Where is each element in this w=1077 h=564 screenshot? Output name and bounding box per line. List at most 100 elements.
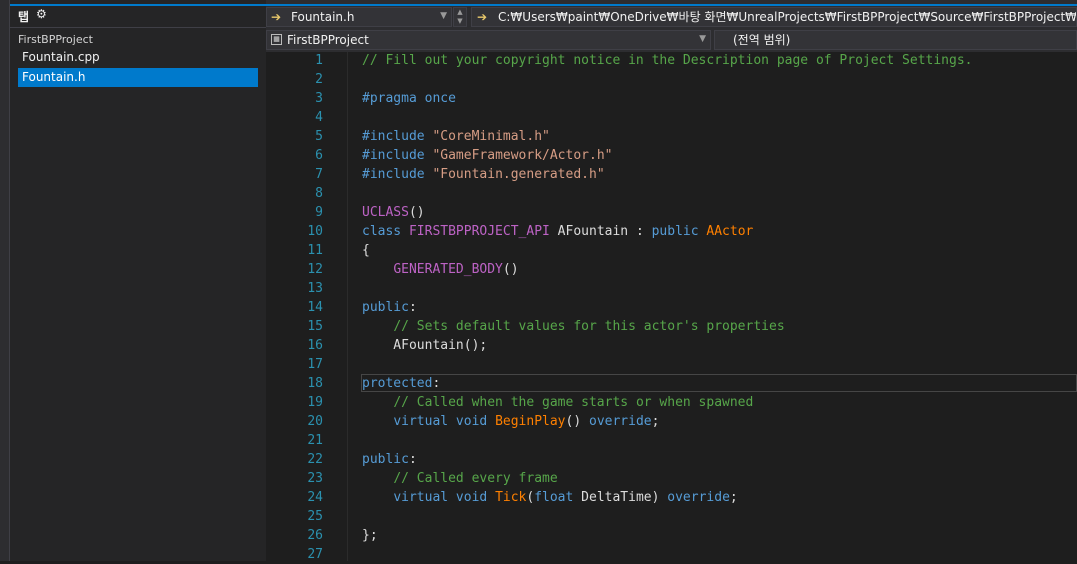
code-line[interactable]: 23 // Called every frame xyxy=(266,469,1077,488)
code-token: : xyxy=(432,376,441,391)
code-line[interactable]: 19 // Called when the game starts or whe… xyxy=(266,393,1077,412)
chevron-down-icon[interactable]: ▼ xyxy=(440,8,447,25)
code-token: () xyxy=(408,205,425,220)
project-label: FirstBPProject xyxy=(18,33,93,46)
scope-combo[interactable]: (전역 범위) xyxy=(714,30,1077,50)
panel-accent-line xyxy=(10,4,266,6)
code-token: // Called every frame xyxy=(393,471,558,486)
panel-tab-label[interactable]: 탭 xyxy=(18,8,29,24)
code-line[interactable]: 12 GENERATED_BODY() xyxy=(266,260,1077,279)
file-combo-label: Fountain.h xyxy=(291,10,355,24)
code-line[interactable]: 2 xyxy=(266,70,1077,89)
code-text: virtual void Tick(float DeltaTime) overr… xyxy=(362,488,737,507)
code-token: BeginPlay xyxy=(495,414,566,429)
code-line[interactable]: 1 // Fill out your copyright notice in th… xyxy=(266,51,1077,70)
line-number: 8 xyxy=(315,186,323,201)
code-token: ; xyxy=(651,414,660,429)
code-text: #pragma once xyxy=(362,89,456,108)
chevron-down-icon[interactable]: ▼ xyxy=(699,31,706,48)
line-number: 10 xyxy=(307,224,323,239)
code-text: // Called when the game starts or when s… xyxy=(362,393,753,412)
code-token: () xyxy=(565,414,589,429)
project-combo[interactable]: ▦ FirstBPProject ▼ xyxy=(266,30,711,50)
code-line[interactable]: 4 xyxy=(266,108,1077,127)
line-number: 9 xyxy=(315,205,323,220)
code-text: #include "Fountain.generated.h" xyxy=(362,165,605,184)
code-line[interactable]: 22 public: xyxy=(266,450,1077,469)
code-token: : xyxy=(408,452,417,467)
code-line[interactable]: 27 xyxy=(266,545,1077,564)
code-token: "GameFramework/Actor.h" xyxy=(432,148,613,163)
line-number: 15 xyxy=(307,319,323,334)
code-token: ) xyxy=(651,490,668,505)
code-text: AFountain(); xyxy=(362,336,487,355)
code-token: AFountain(); xyxy=(362,338,488,353)
code-line[interactable]: 5 #include "CoreMinimal.h" xyxy=(266,127,1077,146)
code-line[interactable]: 11 { xyxy=(266,241,1077,260)
code-token: #include xyxy=(362,167,433,182)
code-token: GENERATED_BODY xyxy=(393,262,503,277)
code-line[interactable]: 24 virtual void Tick(float DeltaTime) ov… xyxy=(266,488,1077,507)
file-item-fountain-h[interactable]: Fountain.h xyxy=(18,68,258,87)
code-line[interactable]: 17 xyxy=(266,355,1077,374)
code-text: public: xyxy=(362,298,417,317)
code-token: }; xyxy=(362,528,378,543)
code-token: public xyxy=(651,224,707,239)
line-number: 23 xyxy=(307,471,323,486)
code-token: { xyxy=(362,243,370,258)
code-token: class xyxy=(362,224,409,239)
split-spinner[interactable]: ▲ ▼ xyxy=(453,7,467,27)
line-number: 21 xyxy=(307,433,323,448)
code-line[interactable]: 21 xyxy=(266,431,1077,450)
code-line[interactable]: 3 #pragma once xyxy=(266,89,1077,108)
code-line[interactable]: 15 // Sets default values for this actor… xyxy=(266,317,1077,336)
code-text: UCLASS() xyxy=(362,203,425,222)
code-token: : xyxy=(408,300,417,315)
code-line[interactable]: 26}; xyxy=(266,526,1077,545)
code-token: DeltaTime xyxy=(581,490,652,505)
file-item-fountain-cpp[interactable]: Fountain.cpp xyxy=(18,48,258,67)
code-line[interactable]: 16 AFountain(); xyxy=(266,336,1077,355)
path-combo[interactable]: ➔ C:₩Users₩paint₩OneDrive₩바탕 화면₩UnrealPr… xyxy=(471,7,1077,27)
line-number: 14 xyxy=(307,300,323,315)
code-line[interactable]: 14 public: xyxy=(266,298,1077,317)
gear-icon[interactable]: ⚙ xyxy=(36,7,47,21)
line-number: 2 xyxy=(315,72,323,87)
code-text: { xyxy=(362,241,370,260)
code-token: () xyxy=(502,262,519,277)
line-number: 16 xyxy=(307,338,323,353)
code-line[interactable]: 20 virtual void BeginPlay() override; xyxy=(266,412,1077,431)
code-text: GENERATED_BODY() xyxy=(362,260,519,279)
scope-combo-label: (전역 범위) xyxy=(733,33,791,47)
code-text: }; xyxy=(362,526,378,545)
code-token: public xyxy=(362,452,409,467)
line-number: 3 xyxy=(315,91,323,106)
code-token: // Fill out your copyright notice in the… xyxy=(362,53,973,68)
code-line[interactable]: 7 #include "Fountain.generated.h" xyxy=(266,165,1077,184)
code-token: override xyxy=(589,414,652,429)
code-text: class FIRSTBPPROJECT_API AFountain : pub… xyxy=(362,222,753,241)
code-text: // Called every frame xyxy=(362,469,558,488)
file-combo[interactable]: ➔ Fountain.h ▼ xyxy=(266,7,452,27)
code-line[interactable]: 10 class FIRSTBPPROJECT_API AFountain : p… xyxy=(266,222,1077,241)
line-number: 5 xyxy=(315,129,323,144)
code-token: #include xyxy=(362,129,433,144)
code-line[interactable]: 8 xyxy=(266,184,1077,203)
code-line[interactable]: 13 xyxy=(266,279,1077,298)
code-text: #include "GameFramework/Actor.h" xyxy=(362,146,612,165)
code-token: override xyxy=(667,490,730,505)
code-text: #include "CoreMinimal.h" xyxy=(362,127,550,146)
code-line[interactable]: 18 protected: xyxy=(266,374,1077,393)
code-line[interactable]: 9 UCLASS() xyxy=(266,203,1077,222)
code-line[interactable]: 6 #include "GameFramework/Actor.h" xyxy=(266,146,1077,165)
line-number: 6 xyxy=(315,148,323,163)
code-token: "CoreMinimal.h" xyxy=(432,129,550,144)
line-number: 19 xyxy=(307,395,323,410)
line-number: 13 xyxy=(307,281,323,296)
code-token: public xyxy=(362,300,409,315)
project-icon: ▦ xyxy=(271,34,282,45)
code-line[interactable]: 25 xyxy=(266,507,1077,526)
